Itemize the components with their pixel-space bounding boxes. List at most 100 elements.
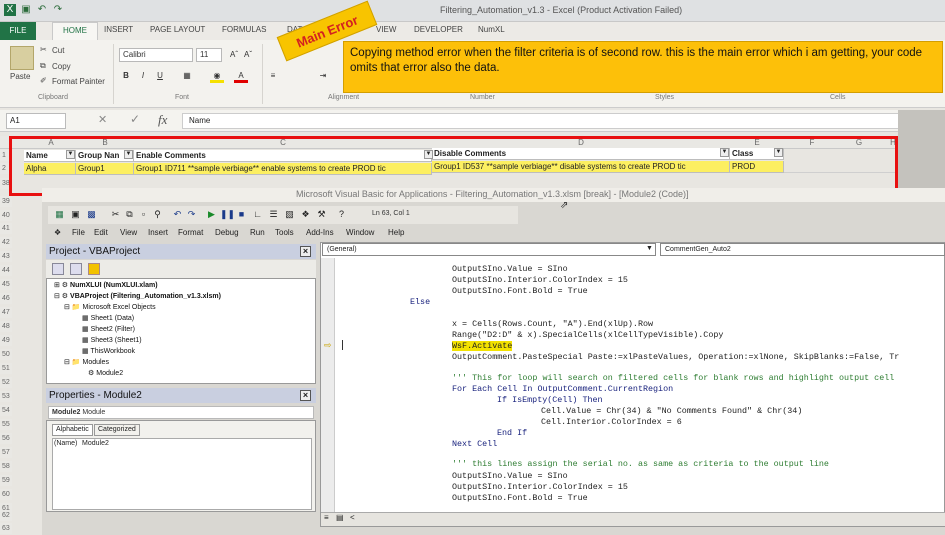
row-header[interactable]: 46 [0, 293, 12, 304]
full-module-view-icon[interactable]: ▤ [336, 513, 344, 522]
menu-tools[interactable]: Tools [275, 228, 294, 237]
borders-icon[interactable]: ▦ [180, 69, 194, 83]
cut-button[interactable]: Cut [52, 46, 64, 55]
code-line[interactable]: OutputSIno.Font.Bold = True [452, 493, 588, 503]
tab-view[interactable]: VIEW [376, 25, 396, 34]
code-line[interactable]: OutputSIno.Value = SIno [452, 471, 568, 481]
break-icon[interactable]: ❚❚ [220, 209, 235, 220]
grow-font-icon[interactable]: Aˆ [228, 48, 240, 62]
copy-button[interactable]: Copy [52, 62, 71, 71]
redo-icon[interactable]: ↷ [52, 4, 64, 16]
design-mode-icon[interactable]: ∟ [252, 209, 263, 220]
menu-debug[interactable]: Debug [215, 228, 239, 237]
code-line[interactable]: For Each Cell In OutputComment.CurrentRe… [452, 384, 673, 394]
row-header[interactable]: 41 [0, 223, 12, 234]
tree-item-module2[interactable]: ⚙ Module2 [88, 369, 123, 377]
code-line[interactable]: End If [497, 428, 527, 438]
tree-item[interactable]: ⊞ ⚙ NumXLUI (NumXLUI.xlam) [54, 281, 158, 289]
tree-item[interactable]: ▦ Sheet2 (Filter) [82, 325, 135, 333]
tree-item[interactable]: ▦ Sheet1 (Data) [82, 314, 134, 322]
row-header[interactable]: 47 [0, 307, 12, 318]
font-name-select[interactable]: Calibri [119, 48, 193, 62]
row-header[interactable]: 42 [0, 237, 12, 248]
italic-button[interactable]: I [136, 69, 150, 83]
enter-icon[interactable]: ✓ [130, 112, 140, 126]
reset-icon[interactable]: ■ [236, 209, 247, 220]
toolbox-icon[interactable]: ⚒ [316, 209, 327, 220]
undo-icon[interactable]: ↶ [172, 209, 183, 220]
row-header[interactable]: 48 [0, 321, 12, 332]
row-header[interactable]: 59 [0, 475, 12, 486]
font-color-icon[interactable]: A [234, 69, 248, 83]
properties-icon[interactable]: ▧ [284, 209, 295, 220]
row-header[interactable]: 45 [0, 279, 12, 290]
toggle-folders-icon[interactable] [88, 263, 100, 275]
menu-insert[interactable]: Insert [148, 228, 168, 237]
row-header[interactable]: 60 [0, 489, 12, 500]
procedure-select[interactable]: CommentGen_Auto2 [660, 243, 945, 256]
procedure-view-icon[interactable]: ≡ [324, 513, 329, 522]
row-header[interactable]: 63 [0, 523, 12, 534]
code-line-current[interactable]: WsF.Activate [452, 341, 513, 351]
menu-help[interactable]: Help [388, 228, 404, 237]
project-explorer-icon[interactable]: ☰ [268, 209, 279, 220]
code-line[interactable]: OutputComment.PasteSpecial Paste:=xlPast… [452, 352, 899, 362]
code-scrollbar[interactable] [321, 512, 945, 526]
fill-color-icon[interactable]: ◉ [210, 69, 224, 83]
property-name-value[interactable]: Module2 [82, 440, 109, 447]
row-header[interactable]: 40 [0, 210, 12, 221]
tree-item[interactable]: ⊟ ⚙ VBAProject (Filtering_Automation_v1.… [54, 292, 221, 300]
name-box[interactable]: A1 [6, 113, 66, 129]
find-icon[interactable]: ⚲ [152, 209, 163, 220]
object-browser-icon[interactable]: ❖ [300, 209, 311, 220]
scroll-left-icon[interactable]: < [350, 513, 355, 522]
menu-edit[interactable]: Edit [94, 228, 108, 237]
tab-file[interactable]: FILE [0, 22, 36, 40]
row-header[interactable]: 39 [0, 196, 12, 207]
code-line[interactable]: If IsEmpty(Cell) Then [497, 395, 603, 405]
tab-categorized[interactable]: Categorized [94, 424, 140, 436]
row-header[interactable]: 57 [0, 447, 12, 458]
underline-button[interactable]: U [153, 69, 167, 83]
align-icon[interactable]: ≡ [266, 69, 280, 83]
row-header[interactable]: 56 [0, 433, 12, 444]
code-line[interactable]: Range("D2:D" & x).SpecialCells(xlCellTyp… [452, 330, 723, 340]
row-header[interactable]: 43 [0, 251, 12, 262]
row-header[interactable]: 53 [0, 391, 12, 402]
code-line[interactable]: OutputSIno.Font.Bold = True [452, 286, 588, 296]
cut-icon[interactable]: ✂ [110, 209, 121, 220]
menu-add-ins[interactable]: Add-Ins [306, 228, 334, 237]
paste-button[interactable]: Paste [10, 72, 30, 81]
code-comment[interactable]: ''' This for loop will search on filtere… [452, 373, 894, 383]
tab-home[interactable]: HOME [52, 22, 98, 40]
view-code-icon[interactable] [52, 263, 64, 275]
code-line[interactable]: OutputSIno.Interior.ColorIndex = 15 [452, 275, 628, 285]
save-icon[interactable]: ▣ [20, 4, 32, 16]
menu-format[interactable]: Format [178, 228, 203, 237]
row-header[interactable]: 51 [0, 363, 12, 374]
vba-menu-icon[interactable]: ❖ [54, 228, 61, 237]
tab-formulas[interactable]: FORMULAS [222, 25, 266, 34]
properties-object-select[interactable]: Module2 Module [48, 406, 314, 419]
font-size-select[interactable]: 11 [196, 48, 222, 62]
chevron-down-icon[interactable]: ▼ [646, 245, 653, 252]
row-header[interactable]: 55 [0, 419, 12, 430]
row-header[interactable]: 58 [0, 461, 12, 472]
save-icon[interactable]: ▩ [86, 209, 97, 220]
object-select[interactable]: (General) [322, 243, 656, 256]
row-header[interactable]: 44 [0, 265, 12, 276]
code-line[interactable]: OutputSIno.Value = SIno [452, 264, 568, 274]
close-icon[interactable]: × [300, 246, 311, 257]
code-line[interactable]: Else [410, 297, 430, 307]
format-painter-icon[interactable]: ✐ [40, 76, 47, 85]
paste-icon[interactable]: ▫ [138, 209, 149, 220]
format-painter-button[interactable]: Format Painter [52, 77, 105, 86]
code-line[interactable]: OutputSIno.Interior.ColorIndex = 15 [452, 482, 628, 492]
cancel-icon[interactable]: ✕ [98, 113, 107, 126]
menu-view[interactable]: View [120, 228, 137, 237]
bold-button[interactable]: B [119, 69, 133, 83]
redo-icon[interactable]: ↷ [186, 209, 197, 220]
insert-function-button[interactable]: fx [158, 112, 167, 128]
menu-file[interactable]: File [72, 228, 85, 237]
tree-item[interactable]: ▦ ThisWorkbook [82, 347, 135, 355]
